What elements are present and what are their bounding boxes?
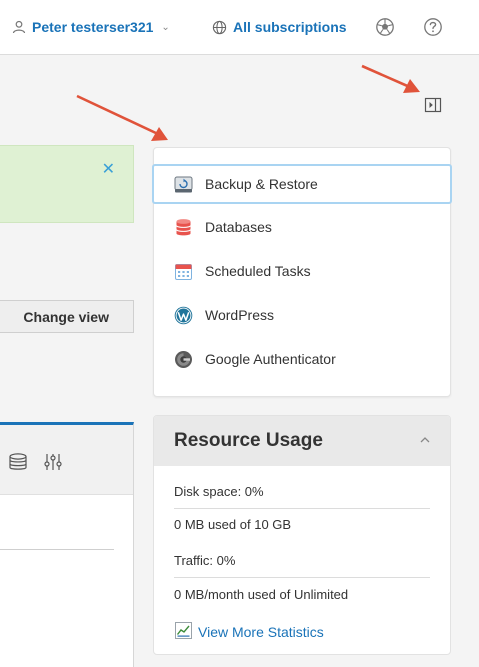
divider — [0, 549, 114, 550]
help-icon[interactable] — [423, 17, 443, 37]
top-header: Peter testerser321 ⌄ All subscriptions — [0, 0, 479, 55]
app-item-label: Google Authenticator — [205, 351, 336, 367]
app-item-label: Backup & Restore — [205, 176, 318, 192]
google-authenticator-icon — [174, 350, 193, 369]
resource-usage-panel: Resource Usage Disk space: 0% 0 MB used … — [153, 415, 451, 655]
disk-space-label: Disk space: 0% — [174, 484, 264, 499]
disk-space-detail: 0 MB used of 10 GB — [174, 517, 292, 532]
success-message: ✕ — [0, 145, 134, 223]
panel-title: Resource Usage — [174, 430, 323, 451]
traffic-detail: 0 MB/month used of Unlimited — [174, 587, 349, 602]
apps-panel: Backup & Restore Databases Scheduled Tas… — [152, 147, 452, 397]
app-item-google-authenticator[interactable]: Google Authenticator — [154, 337, 452, 381]
database-icon[interactable] — [8, 453, 28, 471]
change-view-button[interactable]: Change view — [0, 300, 134, 333]
soccer-ball-icon[interactable] — [375, 17, 395, 37]
arrow-to-toggle-sidebar — [361, 64, 420, 93]
resource-usage-header[interactable]: Resource Usage — [154, 416, 450, 466]
chevron-up-icon[interactable] — [418, 433, 432, 447]
scheduled-tasks-icon — [174, 262, 193, 281]
app-item-backup-restore[interactable]: Backup & Restore — [152, 164, 452, 204]
arrow-to-apps-list — [76, 94, 168, 141]
backup-restore-icon — [174, 175, 193, 194]
disk-usage-divider — [174, 508, 430, 509]
databases-icon — [174, 218, 193, 237]
user-icon — [12, 20, 26, 34]
user-name: Peter testerser321 — [32, 19, 154, 35]
user-menu[interactable]: Peter testerser321 ⌄ — [12, 16, 170, 38]
wordpress-icon — [174, 306, 193, 325]
main-content-card — [0, 422, 134, 667]
statistics-chart-icon — [174, 621, 193, 643]
app-item-label: Databases — [205, 219, 272, 235]
subscriptions-label: All subscriptions — [233, 19, 347, 35]
card-toolbar — [0, 425, 133, 495]
subscriptions-switcher[interactable]: All subscriptions — [212, 16, 347, 38]
app-item-databases[interactable]: Databases — [154, 205, 452, 249]
globe-icon — [212, 20, 227, 35]
close-icon[interactable]: ✕ — [102, 162, 115, 178]
app-item-scheduled-tasks[interactable]: Scheduled Tasks — [154, 249, 452, 293]
traffic-usage-divider — [174, 577, 430, 578]
chevron-down-icon: ⌄ — [161, 21, 170, 33]
traffic-label: Traffic: 0% — [174, 553, 236, 568]
filter-settings-icon[interactable] — [43, 452, 63, 472]
toggle-sidebar-icon[interactable] — [424, 96, 442, 114]
app-item-wordpress[interactable]: WordPress — [154, 293, 452, 337]
app-item-label: Scheduled Tasks — [205, 263, 311, 279]
stats-link-label: View More Statistics — [198, 624, 324, 640]
app-item-label: WordPress — [205, 307, 274, 323]
view-more-statistics-link[interactable]: View More Statistics — [174, 621, 324, 643]
